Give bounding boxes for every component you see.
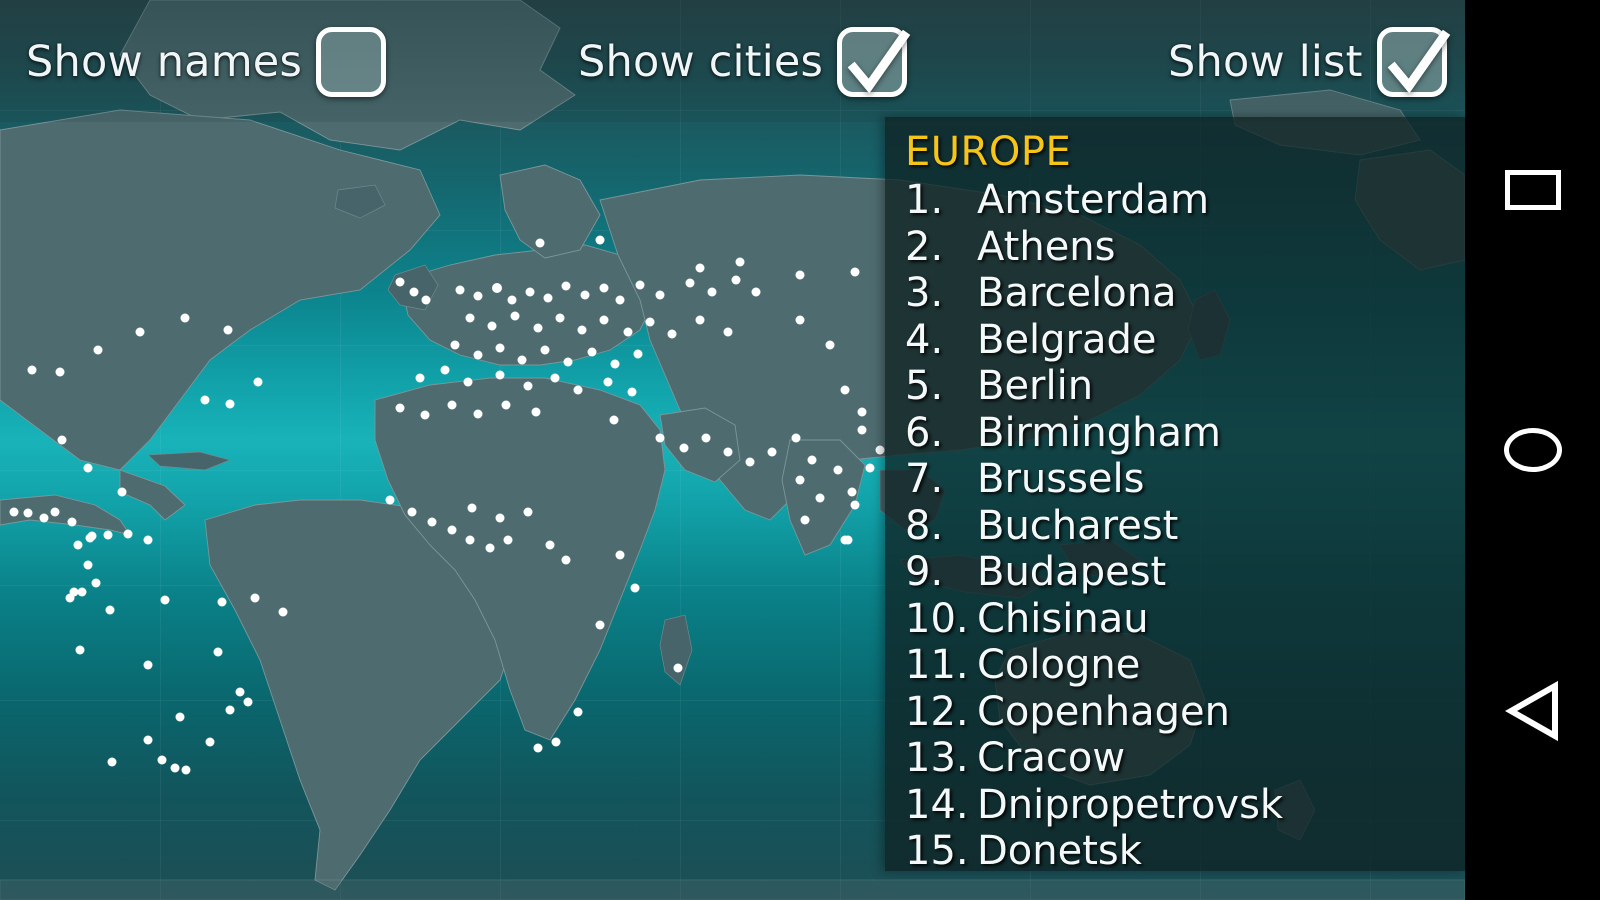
list-region-title: EUROPE bbox=[905, 129, 1072, 175]
list-item-name: Dnipropetrovsk bbox=[977, 781, 1284, 828]
list-item-name: Chisinau bbox=[977, 595, 1149, 642]
list-item-number: 15. bbox=[905, 828, 969, 871]
toggle-show-list[interactable]: Show list bbox=[1168, 20, 1450, 104]
list-item[interactable]: 14. Dnipropetrovsk bbox=[885, 782, 1465, 829]
recents-button[interactable] bbox=[1465, 130, 1600, 250]
list-item-number: 3. bbox=[905, 270, 944, 316]
list-item[interactable]: 4. Belgrade bbox=[885, 317, 1465, 364]
list-item[interactable]: 2. Athens bbox=[885, 224, 1465, 271]
list-item-name: Bucharest bbox=[977, 502, 1179, 549]
home-button[interactable] bbox=[1465, 390, 1600, 510]
list-item-name: Cracow bbox=[977, 735, 1126, 781]
list-item-name: Amsterdam bbox=[977, 177, 1210, 223]
list-item-name: Birmingham bbox=[977, 409, 1221, 456]
list-item[interactable]: 12. Copenhagen bbox=[885, 689, 1465, 736]
back-button[interactable] bbox=[1465, 650, 1600, 770]
list-item-number: 7. bbox=[905, 456, 944, 502]
city-list-panel[interactable]: EUROPE 1. Amsterdam 2. Athens 3. Barcelona … bbox=[885, 117, 1465, 871]
square-icon bbox=[1504, 170, 1561, 210]
list-item-name: Belgrade bbox=[977, 316, 1157, 363]
circle-icon bbox=[1503, 428, 1562, 472]
list-item-name: Budapest bbox=[977, 549, 1167, 595]
show-cities-label: Show cities bbox=[578, 36, 824, 87]
map-canvas[interactable]: Show names Show cities Show list EUROPE … bbox=[0, 0, 1465, 900]
list-item-name: Berlin bbox=[977, 363, 1094, 409]
checkbox-empty-icon[interactable] bbox=[316, 27, 387, 97]
list-item-number: 10. bbox=[905, 595, 969, 642]
screen: Show names Show cities Show list EUROPE … bbox=[0, 0, 1600, 900]
list-item-number: 6. bbox=[905, 409, 944, 456]
list-item-number: 2. bbox=[905, 223, 944, 270]
top-control-bar: Show names Show cities Show list bbox=[0, 0, 1465, 122]
list-item-number: 4. bbox=[905, 316, 944, 363]
list-item[interactable]: 5. Berlin bbox=[885, 363, 1465, 410]
list-item-number: 12. bbox=[905, 688, 969, 735]
list-item[interactable]: 10. Chisinau bbox=[885, 596, 1465, 643]
list-item[interactable]: 8. Bucharest bbox=[885, 503, 1465, 550]
list-item-name: Copenhagen bbox=[977, 688, 1230, 735]
checkbox-checked-icon[interactable] bbox=[1376, 27, 1450, 97]
list-item[interactable]: 1. Amsterdam bbox=[885, 177, 1465, 224]
check-mark-icon bbox=[847, 29, 911, 94]
list-item[interactable]: 13. Cracow bbox=[885, 735, 1465, 782]
list-item-name: Brussels bbox=[977, 456, 1145, 502]
list-item[interactable]: 7. Brussels bbox=[885, 456, 1465, 503]
list-item-number: 11. bbox=[905, 642, 969, 688]
list-item[interactable]: 6. Birmingham bbox=[885, 410, 1465, 457]
list-item-name: Barcelona bbox=[977, 270, 1177, 316]
android-navigation-bar bbox=[1465, 0, 1600, 900]
show-list-label: Show list bbox=[1168, 36, 1363, 87]
list-item-number: 9. bbox=[905, 549, 944, 595]
triangle-left-icon bbox=[1504, 680, 1561, 742]
list-item-name: Donetsk bbox=[977, 828, 1142, 871]
list-item-number: 8. bbox=[905, 502, 944, 549]
show-names-label: Show names bbox=[26, 36, 303, 87]
list-item-number: 1. bbox=[905, 177, 944, 223]
list-item[interactable]: 11. Cologne bbox=[885, 642, 1465, 689]
list-item-name: Cologne bbox=[977, 642, 1141, 688]
check-mark-icon bbox=[1387, 29, 1450, 94]
list-item-number: 13. bbox=[905, 735, 969, 781]
list-item[interactable]: 3. Barcelona bbox=[885, 270, 1465, 317]
list-item-number: 14. bbox=[905, 781, 969, 828]
list-item[interactable]: 9. Budapest bbox=[885, 549, 1465, 596]
list-item[interactable]: 15. Donetsk bbox=[885, 828, 1465, 871]
toggle-show-cities[interactable]: Show cities bbox=[578, 20, 911, 104]
city-list[interactable]: 1. Amsterdam 2. Athens 3. Barcelona 4. Belgr… bbox=[885, 177, 1465, 871]
checkbox-checked-icon[interactable] bbox=[837, 27, 911, 97]
list-item-number: 5. bbox=[905, 363, 944, 409]
toggle-show-names[interactable]: Show names bbox=[26, 20, 387, 104]
list-item-name: Athens bbox=[977, 223, 1116, 270]
